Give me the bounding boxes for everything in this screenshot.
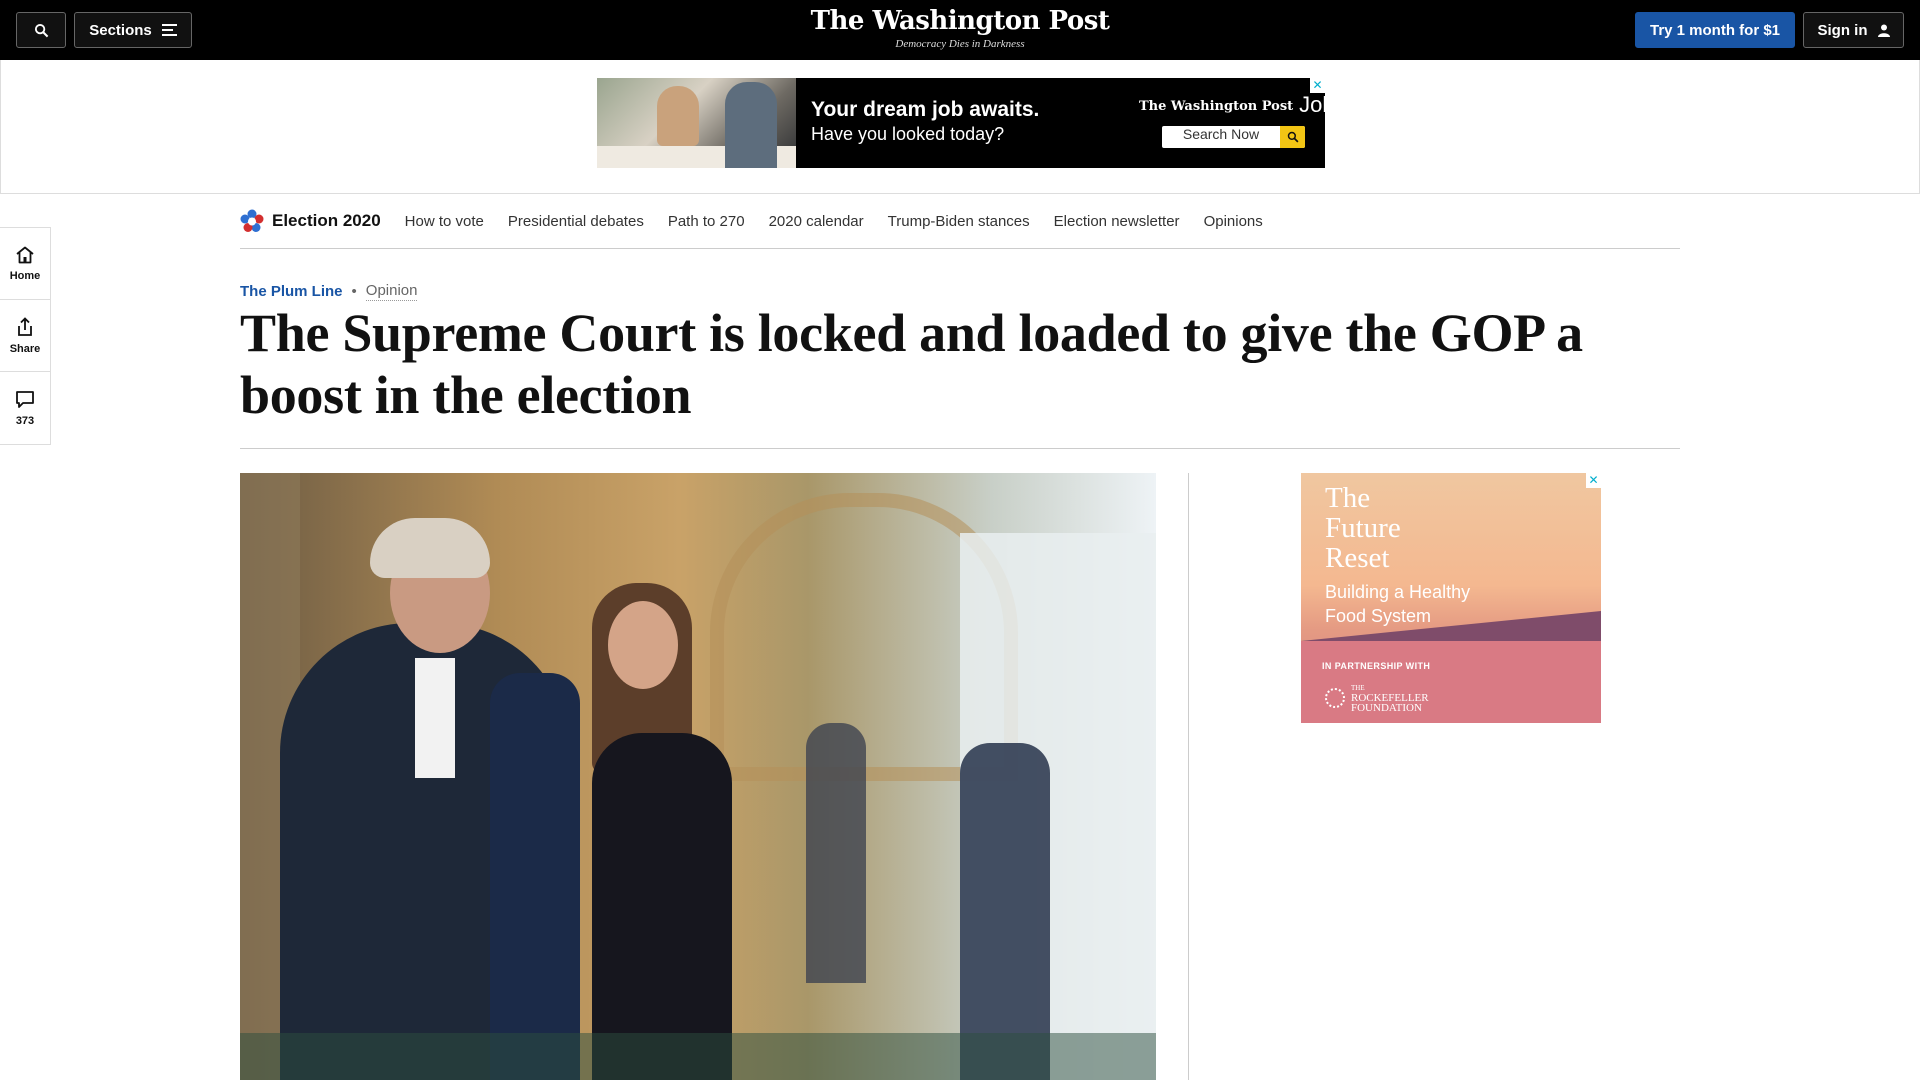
magnifier-icon [1287, 131, 1298, 143]
jobs-ad-headline: Your dream job awaits. [811, 98, 1040, 121]
nav-link-trump-biden-stances[interactable]: Trump-Biden stances [888, 213, 1030, 230]
search-icon [34, 23, 48, 37]
nav-link-2020-calendar[interactable]: 2020 calendar [769, 213, 864, 230]
hamburger-icon [161, 24, 177, 36]
article-headline: The Supreme Court is locked and loaded t… [240, 303, 1583, 425]
side-ad-subtitle-line: Building a Healthy [1325, 582, 1471, 602]
kicker-separator: • [351, 283, 357, 300]
comments-button[interactable]: 373 [0, 372, 50, 444]
election-2020-link[interactable]: Election 2020 [240, 209, 381, 233]
jobs-ad-brand-suffix: Jobs [1299, 92, 1346, 117]
election-nav: Election 2020 How to vote Presidential d… [240, 194, 1680, 249]
sign-in-label: Sign in [1817, 21, 1868, 39]
search-button[interactable] [16, 12, 66, 48]
side-ad-title-line: Reset [1325, 542, 1390, 574]
side-ad-title-line: The [1325, 482, 1371, 514]
election-star-icon [240, 209, 264, 232]
jobs-ad-subheadline: Have you looked today? [811, 124, 1005, 144]
masthead-tagline: Democracy Dies in Darkness [895, 38, 1025, 50]
nav-link-how-to-vote[interactable]: How to vote [405, 213, 484, 230]
nav-link-election-newsletter[interactable]: Election newsletter [1054, 213, 1180, 230]
home-label: Home [9, 269, 41, 282]
jobs-ad-brand-name: The Washington Post [1139, 99, 1294, 114]
masthead[interactable]: The Washington Post Democracy Dies in Da… [760, 6, 1160, 50]
sections-label: Sections [89, 21, 152, 39]
jobs-ad-search-label: Search Now [1182, 126, 1260, 142]
jobs-ad-photo [597, 78, 796, 168]
close-icon[interactable]: ✕ [1586, 473, 1601, 488]
foundation-mark-icon [1325, 688, 1345, 708]
nav-link-opinions[interactable]: Opinions [1204, 213, 1263, 230]
user-icon [1877, 24, 1890, 37]
jobs-ad-search[interactable]: Search Now [1162, 126, 1305, 148]
jobs-ad-search-button[interactable] [1280, 126, 1305, 148]
top-ad-band: Your dream job awaits. Have you looked t… [0, 60, 1920, 194]
home-button[interactable]: Home [0, 228, 50, 300]
lead-photo [240, 473, 1156, 1080]
share-label: Share [9, 342, 41, 355]
side-ad-subtitle: Building a Healthy Food System [1325, 580, 1525, 628]
top-bar: Sections The Washington Post Democracy D… [0, 0, 1920, 60]
close-icon[interactable]: ✕ [1310, 78, 1325, 93]
side-ad-title: The Future Reset [1325, 483, 1401, 573]
nav-link-presidential-debates[interactable]: Presidential debates [508, 213, 644, 230]
share-button[interactable]: Share [0, 300, 50, 372]
election-2020-label: Election 2020 [272, 211, 381, 230]
sign-in-button[interactable]: Sign in [1803, 12, 1904, 48]
jobs-ad[interactable]: Your dream job awaits. Have you looked t… [597, 78, 1346, 168]
side-ad-title-line: Future [1325, 512, 1401, 544]
share-icon [18, 316, 32, 336]
subscribe-label: Try 1 month for $1 [1649, 21, 1781, 39]
side-ad-subtitle-line: Food System [1325, 606, 1432, 626]
home-icon [16, 246, 34, 263]
opinion-label[interactable]: Opinion [365, 282, 418, 301]
subscribe-button[interactable]: Try 1 month for $1 [1635, 12, 1795, 48]
sections-button[interactable]: Sections [74, 12, 192, 48]
side-ad-foundation-logo: THE ROCKEFELLER FOUNDATION [1325, 683, 1429, 714]
jobs-ad-brand: The Washington Post Jobs [1139, 92, 1346, 118]
side-ad-partner-label: IN PARTNERSHIP WITH [1322, 661, 1431, 671]
article-kicker: The Plum Line • Opinion [240, 282, 418, 301]
header-divider [240, 448, 1680, 449]
column-divider [1188, 473, 1189, 1080]
left-rail: Home Share 373 [0, 227, 51, 445]
comment-icon [16, 390, 34, 408]
side-ad[interactable]: The Future Reset Building a Healthy Food… [1301, 473, 1601, 723]
nav-link-path-to-270[interactable]: Path to 270 [668, 213, 745, 230]
comments-count: 373 [15, 414, 35, 427]
masthead-logo: The Washington Post [810, 6, 1110, 36]
foundation-line: FOUNDATION [1351, 702, 1422, 714]
column-link[interactable]: The Plum Line [240, 283, 343, 300]
